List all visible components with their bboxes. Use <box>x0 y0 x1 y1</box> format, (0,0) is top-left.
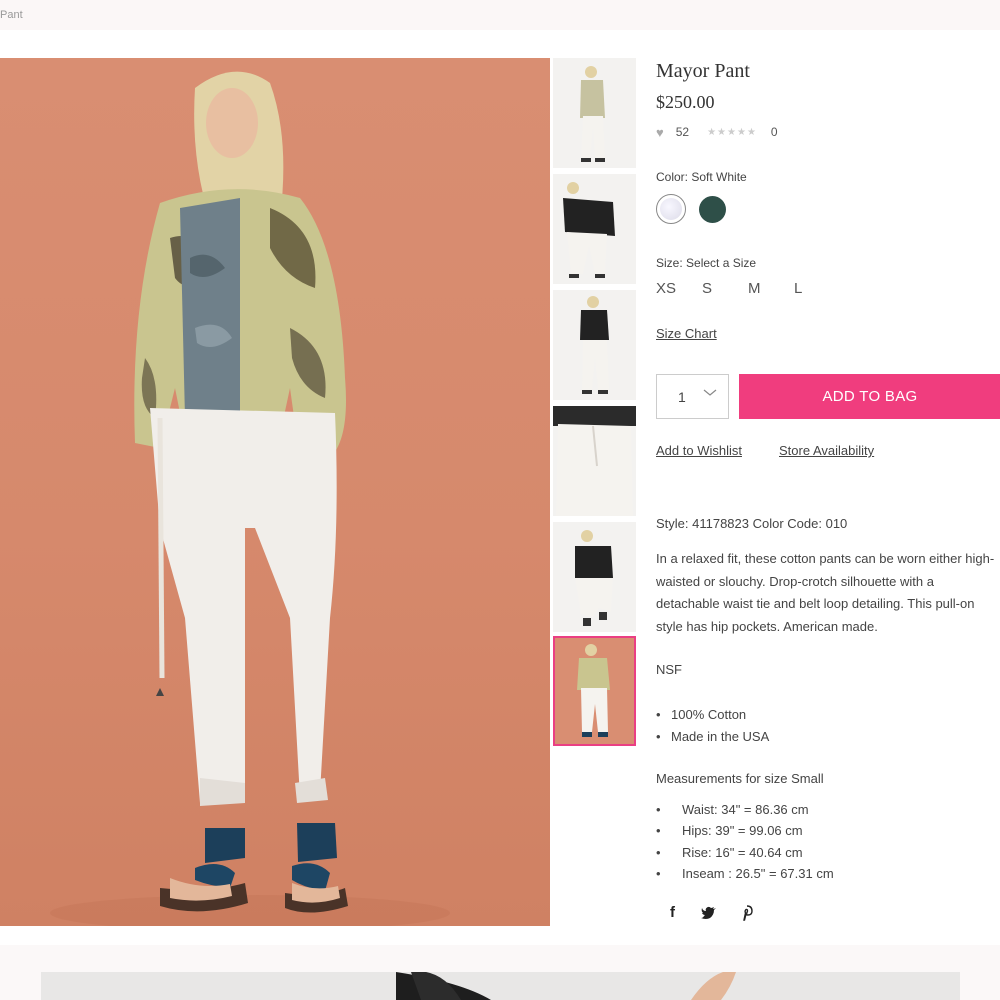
size-label: Size: Select a Size <box>656 256 757 270</box>
measurements-title: Measurements for size Small <box>656 771 824 786</box>
product-description: In a relaxed fit, these cotton pants can… <box>656 551 995 634</box>
add-to-wishlist-link[interactable]: Add to Wishlist <box>656 443 742 458</box>
thumbnail-image <box>577 644 610 737</box>
color-swatch-green[interactable] <box>699 196 726 223</box>
list-item: Waist: 34" = 86.36 cm <box>656 799 834 821</box>
brand-code: NSF <box>656 662 682 677</box>
style-code: Style: 41178823 Color Code: 010 <box>656 516 848 531</box>
measurements-list: Waist: 34" = 86.36 cm Hips: 39" = 99.06 … <box>656 799 834 884</box>
size-option-s[interactable]: S <box>702 280 748 297</box>
list-item: Hips: 39" = 99.06 cm <box>656 820 834 842</box>
color-swatch-soft-white[interactable] <box>656 194 686 224</box>
thumbnail-4[interactable] <box>553 406 636 516</box>
store-availability-link[interactable]: Store Availability <box>779 443 874 458</box>
top-bar: Pant <box>0 0 1000 30</box>
thumbnail-1[interactable] <box>553 58 636 168</box>
thumbnail-2[interactable] <box>553 174 636 284</box>
social-share: f <box>670 904 753 921</box>
quantity-value: 1 <box>678 389 686 405</box>
list-item: Inseam : 26.5" = 67.31 cm <box>656 863 834 885</box>
thumbnail-image <box>580 66 605 162</box>
list-item: Made in the USA <box>656 726 769 748</box>
main-product-image[interactable] <box>0 58 550 926</box>
thumbnail-image <box>553 406 636 516</box>
heart-icon[interactable]: ♥ <box>656 125 664 140</box>
related-image[interactable] <box>41 972 960 1000</box>
thumbnail-3[interactable] <box>553 290 636 400</box>
size-option-xs[interactable]: XS <box>656 280 702 297</box>
pinterest-icon[interactable] <box>741 904 753 921</box>
chevron-down-icon <box>703 389 717 396</box>
likes-count: 52 <box>675 125 690 139</box>
thumbnail-6-selected[interactable] <box>553 636 636 746</box>
twitter-icon[interactable] <box>701 906 717 920</box>
color-label: Color: Soft White <box>656 170 747 184</box>
thumbnail-image <box>563 182 615 278</box>
list-item: 100% Cotton <box>656 704 769 726</box>
rating-stars-icon[interactable]: ★★★★★ <box>707 127 757 138</box>
thumbnail-image <box>580 296 609 394</box>
product-title: Mayor Pant <box>656 60 750 82</box>
list-item: Rise: 16" = 40.64 cm <box>656 842 834 864</box>
size-options: XS S M L <box>656 280 840 297</box>
size-option-l[interactable]: L <box>794 280 840 297</box>
facebook-icon[interactable]: f <box>670 904 675 921</box>
product-meta: ♥ 52 ★★★★★ 0 <box>656 124 778 140</box>
size-chart-link[interactable]: Size Chart <box>656 326 717 341</box>
breadcrumb[interactable]: Pant <box>0 9 23 21</box>
related-photo <box>396 972 736 1000</box>
model-photo <box>50 71 450 926</box>
product-price: $250.00 <box>656 92 715 112</box>
rating-count: 0 <box>770 125 778 139</box>
size-option-m[interactable]: M <box>748 280 794 297</box>
thumbnail-image <box>575 530 613 626</box>
thumbnail-5[interactable] <box>553 522 636 632</box>
quantity-select[interactable]: 1 <box>656 374 729 419</box>
add-to-bag-button[interactable]: ADD TO BAG <box>739 374 1000 419</box>
feature-list: 100% Cotton Made in the USA <box>656 704 769 748</box>
